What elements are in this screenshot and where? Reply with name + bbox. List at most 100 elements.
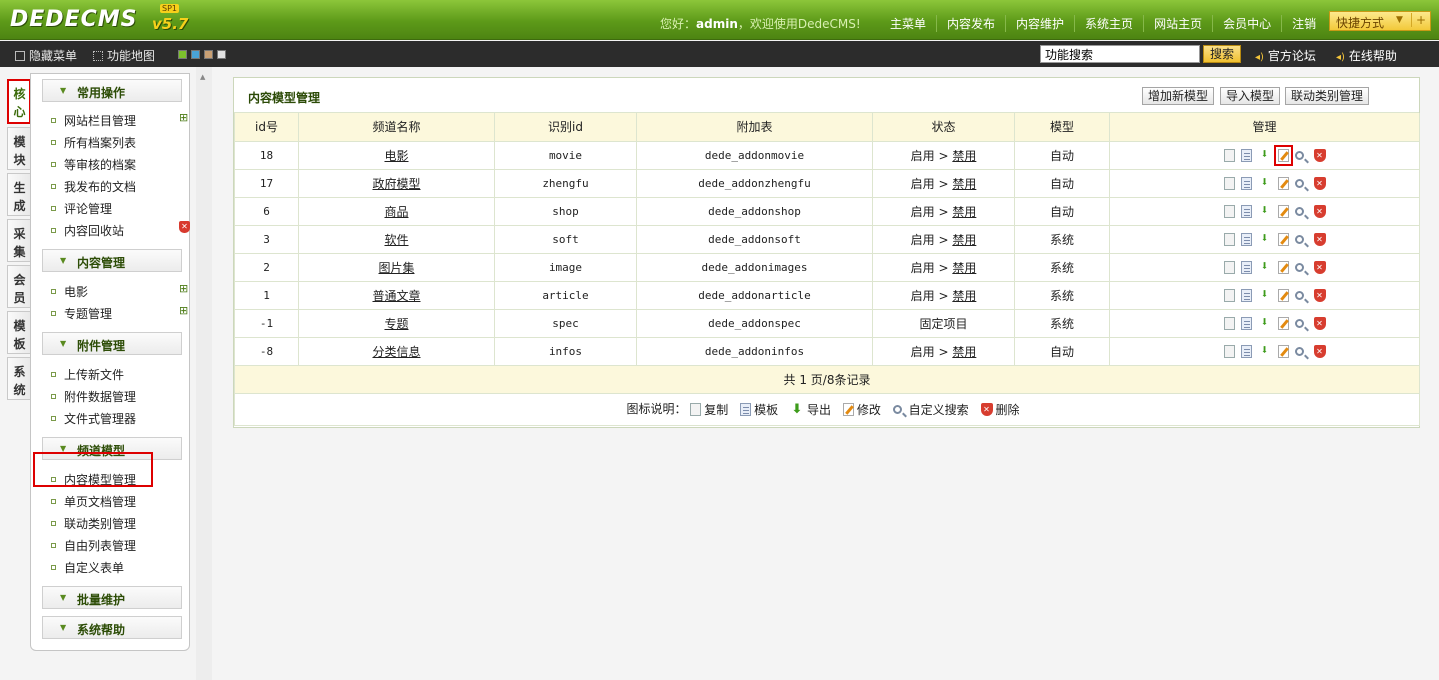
export-icon[interactable]: ⬇ xyxy=(1258,176,1272,190)
search-icon[interactable] xyxy=(1294,290,1304,300)
delete-icon[interactable]: ✕ xyxy=(1313,232,1326,246)
channel-name-link[interactable]: 图片集 xyxy=(378,261,414,275)
plus-icon[interactable]: + xyxy=(1410,13,1426,27)
sidebar-item-upload-file[interactable]: 上传新文件 xyxy=(51,366,124,383)
delete-icon[interactable]: ✕ xyxy=(1313,204,1326,218)
search-icon[interactable] xyxy=(1294,206,1304,216)
sidebar-item-file-manager[interactable]: 文件式管理器 xyxy=(51,410,136,427)
hide-menu-button[interactable]: 隐藏菜单 xyxy=(15,47,77,64)
edit-icon[interactable] xyxy=(1277,344,1289,358)
theme-swatch-green[interactable] xyxy=(178,50,187,59)
disable-link[interactable]: 禁用 xyxy=(952,149,976,163)
edit-icon[interactable] xyxy=(1277,260,1289,274)
sidebar-item-linkage-category[interactable]: 联动类别管理 xyxy=(51,515,136,532)
template-icon[interactable] xyxy=(1240,260,1252,274)
group-batch-maintain[interactable]: ▼ 批量维护 xyxy=(42,586,182,609)
edit-icon[interactable] xyxy=(1273,144,1293,166)
sidebar-item-pending-archives[interactable]: 等审核的档案 xyxy=(51,156,136,173)
scroll-up-icon[interactable]: ▲ xyxy=(200,73,205,81)
import-model-button[interactable]: 导入模型 xyxy=(1220,87,1281,105)
search-button[interactable]: 搜索 xyxy=(1203,45,1241,63)
delete-icon[interactable]: ✕ xyxy=(1313,176,1326,190)
copy-icon[interactable] xyxy=(1220,344,1235,361)
group-common-ops[interactable]: ▼ 常用操作 xyxy=(42,79,182,102)
disable-link[interactable]: 禁用 xyxy=(952,177,976,191)
search-icon[interactable] xyxy=(1294,262,1304,272)
channel-name-link[interactable]: 分类信息 xyxy=(372,345,420,359)
export-icon[interactable]: ⬇ xyxy=(1258,344,1272,358)
template-icon[interactable] xyxy=(1240,204,1252,218)
edit-icon[interactable] xyxy=(1277,204,1289,218)
group-system-help[interactable]: ▼ 系统帮助 xyxy=(42,616,182,639)
nav-main-menu[interactable]: 主菜单 xyxy=(880,15,936,32)
delete-icon[interactable]: ✕ xyxy=(1313,316,1326,330)
sidebar-item-free-list[interactable]: 自由列表管理 xyxy=(51,537,136,554)
nav-system-home[interactable]: 系统主页 xyxy=(1074,15,1143,32)
copy-icon[interactable] xyxy=(1220,260,1235,277)
theme-swatch-blue[interactable] xyxy=(191,50,200,59)
edit-icon[interactable] xyxy=(1277,176,1289,190)
sidebar-item-comments[interactable]: 评论管理 xyxy=(51,200,112,217)
nav-content-publish[interactable]: 内容发布 xyxy=(936,15,1005,32)
sidebar-item-custom-form[interactable]: 自定义表单 xyxy=(51,559,124,576)
copy-icon[interactable] xyxy=(1220,232,1235,249)
sidebar-splitter[interactable]: ▲ xyxy=(196,67,212,680)
theme-swatch-gray[interactable] xyxy=(217,50,226,59)
add-icon[interactable]: ⊞ xyxy=(179,304,188,317)
template-icon[interactable] xyxy=(1240,316,1252,330)
template-icon[interactable] xyxy=(1240,344,1252,358)
copy-icon[interactable] xyxy=(1220,316,1235,333)
disable-link[interactable]: 禁用 xyxy=(952,289,976,303)
channel-name-link[interactable]: 商品 xyxy=(384,205,408,219)
template-icon[interactable] xyxy=(1240,176,1252,190)
export-icon[interactable]: ⬇ xyxy=(1258,204,1272,218)
tab-module[interactable]: 模块 xyxy=(7,127,31,170)
disable-link[interactable]: 禁用 xyxy=(952,205,976,219)
tab-generate[interactable]: 生成 xyxy=(7,173,31,216)
clear-icon[interactable]: ✕ xyxy=(179,221,190,233)
search-icon[interactable] xyxy=(1294,150,1304,160)
nav-logout[interactable]: 注销 xyxy=(1281,15,1326,32)
add-model-button[interactable]: 增加新模型 xyxy=(1142,87,1215,105)
edit-icon[interactable] xyxy=(1277,232,1289,246)
export-icon[interactable]: ⬇ xyxy=(1258,232,1272,246)
sidebar-item-single-page[interactable]: 单页文档管理 xyxy=(51,493,136,510)
sidebar-item-category-manage[interactable]: 网站栏目管理 ⊞ xyxy=(51,111,188,129)
search-icon[interactable] xyxy=(1294,178,1304,188)
channel-name-link[interactable]: 软件 xyxy=(384,233,408,247)
channel-name-link[interactable]: 专题 xyxy=(384,317,408,331)
sidebar-item-movie[interactable]: 电影 ⊞ xyxy=(51,282,188,300)
edit-icon[interactable] xyxy=(1277,288,1289,302)
sidebar-item-my-documents[interactable]: 我发布的文档 xyxy=(51,178,136,195)
copy-icon[interactable] xyxy=(1220,288,1235,305)
disable-link[interactable]: 禁用 xyxy=(952,345,976,359)
official-forum-link[interactable]: ◂) 官方论坛 xyxy=(1255,47,1316,64)
disable-link[interactable]: 禁用 xyxy=(952,233,976,247)
sidebar-item-special-topics[interactable]: 专题管理 ⊞ xyxy=(51,304,188,322)
export-icon[interactable]: ⬇ xyxy=(1258,148,1272,162)
delete-icon[interactable]: ✕ xyxy=(1313,260,1326,274)
template-icon[interactable] xyxy=(1240,232,1252,246)
delete-icon[interactable]: ✕ xyxy=(1313,148,1326,162)
template-icon[interactable] xyxy=(1240,288,1252,302)
channel-name-link[interactable]: 政府模型 xyxy=(372,177,420,191)
quick-access-dropdown[interactable]: 快捷方式 ▼ + xyxy=(1329,11,1431,31)
search-icon[interactable] xyxy=(1294,318,1304,328)
search-icon[interactable] xyxy=(1294,234,1304,244)
online-help-link[interactable]: ◂) 在线帮助 xyxy=(1336,47,1397,64)
export-icon[interactable]: ⬇ xyxy=(1258,260,1272,274)
channel-name-link[interactable]: 普通文章 xyxy=(372,289,420,303)
sidebar-item-attachment-data[interactable]: 附件数据管理 xyxy=(51,388,136,405)
search-icon[interactable] xyxy=(1294,346,1304,356)
sitemap-button[interactable]: 功能地图 xyxy=(93,47,155,64)
nav-member-center[interactable]: 会员中心 xyxy=(1212,15,1281,32)
copy-icon[interactable] xyxy=(1220,148,1235,165)
tab-template[interactable]: 模板 xyxy=(7,311,31,354)
sidebar-item-all-archives[interactable]: 所有档案列表 xyxy=(51,134,136,151)
function-search-input[interactable] xyxy=(1040,45,1200,63)
add-icon[interactable]: ⊞ xyxy=(179,111,188,124)
export-icon[interactable]: ⬇ xyxy=(1258,288,1272,302)
group-content-manage[interactable]: ▼ 内容管理 xyxy=(42,249,182,272)
nav-site-home[interactable]: 网站主页 xyxy=(1143,15,1212,32)
sidebar-item-recycle-bin[interactable]: 内容回收站 ✕ xyxy=(51,221,190,239)
